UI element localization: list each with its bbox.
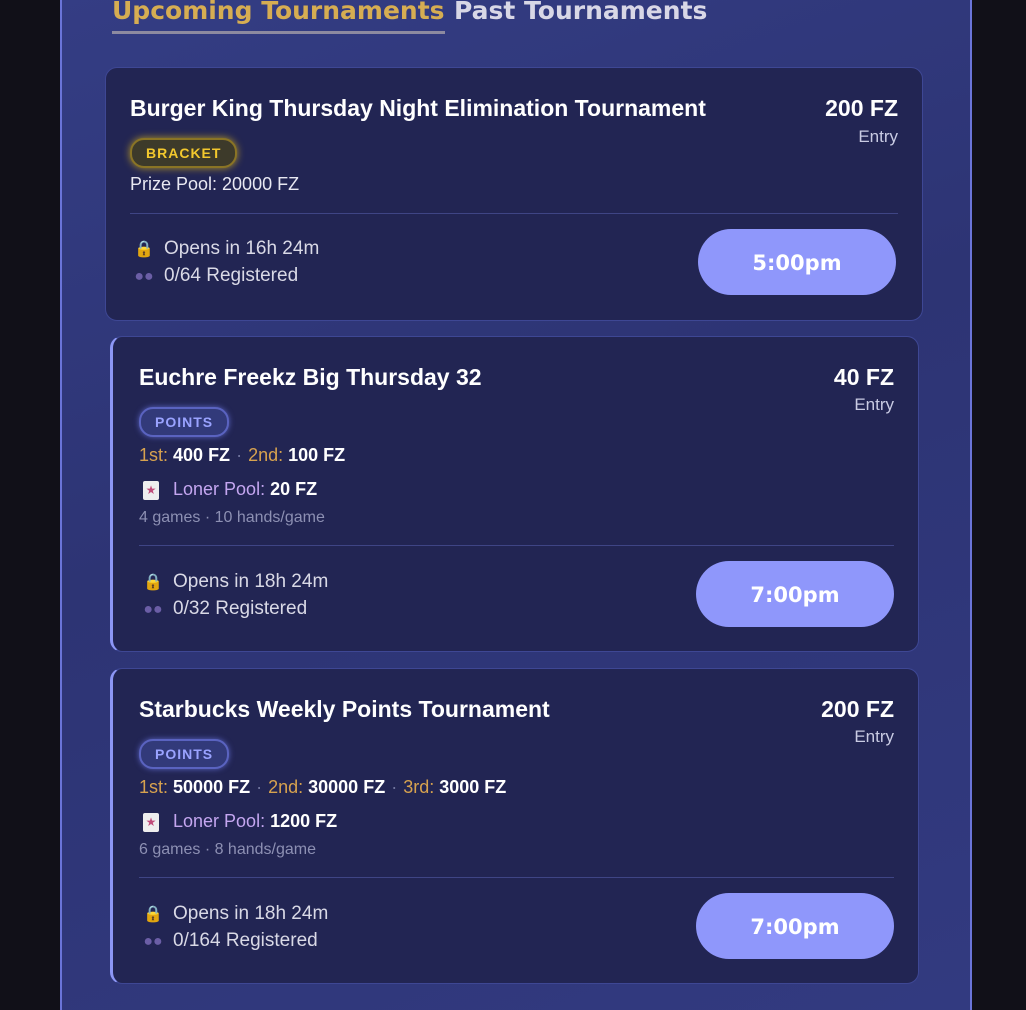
loner-pool: ★ Loner Pool: 1200 FZ	[143, 811, 337, 832]
opens-text: Opens in 18h 24m	[173, 571, 329, 592]
games-info: 6 games · 8 hands/game	[139, 841, 316, 858]
opens-in: 🔒 Opens in 18h 24m	[143, 571, 328, 593]
prize-amount: 50000 FZ	[173, 777, 251, 797]
opens-text: Opens in 16h 24m	[164, 238, 320, 259]
prize-breakdown: 1st: 50000 FZ · 2nd: 30000 FZ · 3rd: 3000 FZ	[139, 777, 507, 797]
loner-pool-label: Loner Pool:	[173, 479, 266, 499]
registered-text: 0/64 Registered	[164, 265, 299, 286]
registered-count: ●● 0/32 Registered	[143, 598, 307, 620]
tournament-card-euchre-freekz[interactable]: Euchre Freekz Big Thursday 32 40 FZ Entr…	[110, 336, 919, 652]
registered-text: 0/32 Registered	[173, 598, 308, 619]
users-icon: ●●	[143, 933, 163, 950]
games-info: 4 games · 10 hands/game	[139, 509, 325, 526]
entry-amount: 40 FZ	[833, 364, 894, 390]
registered-count: ●● 0/164 Registered	[143, 930, 318, 952]
loner-pool-label: Loner Pool:	[173, 811, 266, 831]
opens-in: 🔒 Opens in 16h 24m	[134, 238, 319, 260]
prize-place: 2nd:	[268, 777, 304, 797]
prize-amount: 3000 FZ	[439, 777, 507, 797]
prize-place: 1st:	[139, 777, 169, 797]
tournament-card-burger-king[interactable]: Burger King Thursday Night Elimination T…	[105, 67, 923, 321]
prize-place: 3rd:	[403, 777, 435, 797]
bracket-badge: BRACKET	[130, 138, 238, 168]
registered-text: 0/164 Registered	[173, 930, 318, 951]
entry-label: Entry	[854, 727, 894, 746]
tournament-title: Starbucks Weekly Points Tournament	[139, 696, 550, 722]
entry-label: Entry	[854, 395, 894, 414]
users-icon: ●●	[143, 601, 163, 618]
register-time-button[interactable]: 7:00pm	[696, 561, 894, 627]
tournament-card-starbucks[interactable]: Starbucks Weekly Points Tournament 200 F…	[110, 668, 919, 984]
entry-amount: 200 FZ	[821, 696, 894, 722]
loner-pool-amount: 1200 FZ	[270, 811, 338, 831]
users-icon: ●●	[134, 268, 154, 285]
lock-icon: 🔒	[143, 906, 163, 923]
entry-amount: 200 FZ	[825, 95, 898, 121]
tournament-title: Burger King Thursday Night Elimination T…	[130, 95, 706, 121]
prize-amount: 400 FZ	[173, 445, 231, 465]
joker-card-icon: ★	[143, 480, 159, 500]
loner-pool: ★ Loner Pool: 20 FZ	[143, 479, 317, 500]
entry-label: Entry	[858, 127, 898, 146]
tab-upcoming[interactable]: Upcoming Tournaments	[112, 0, 445, 34]
register-time-button[interactable]: 7:00pm	[696, 893, 894, 959]
prize-amount: 30000 FZ	[308, 777, 386, 797]
prize-amount: 100 FZ	[288, 445, 346, 465]
card-divider	[139, 545, 894, 546]
opens-in: 🔒 Opens in 18h 24m	[143, 903, 328, 925]
prize-pool: Prize Pool: 20000 FZ	[130, 174, 300, 194]
loner-pool-amount: 20 FZ	[270, 479, 318, 499]
lock-icon: 🔒	[143, 574, 163, 591]
lock-icon: 🔒	[134, 241, 154, 258]
joker-card-icon: ★	[143, 812, 159, 832]
tournament-title: Euchre Freekz Big Thursday 32	[139, 364, 482, 390]
register-time-button[interactable]: 5:00pm	[698, 229, 896, 295]
points-badge: POINTS	[139, 407, 230, 437]
prize-place: 2nd:	[248, 445, 284, 465]
opens-text: Opens in 18h 24m	[173, 903, 329, 924]
points-badge: POINTS	[139, 739, 230, 769]
card-divider	[139, 877, 894, 878]
registered-count: ●● 0/64 Registered	[134, 265, 298, 287]
prize-breakdown: 1st: 400 FZ · 2nd: 100 FZ	[139, 445, 346, 465]
tab-past[interactable]: Past Tournaments	[454, 0, 707, 25]
card-divider	[130, 213, 898, 214]
prize-place: 1st:	[139, 445, 169, 465]
